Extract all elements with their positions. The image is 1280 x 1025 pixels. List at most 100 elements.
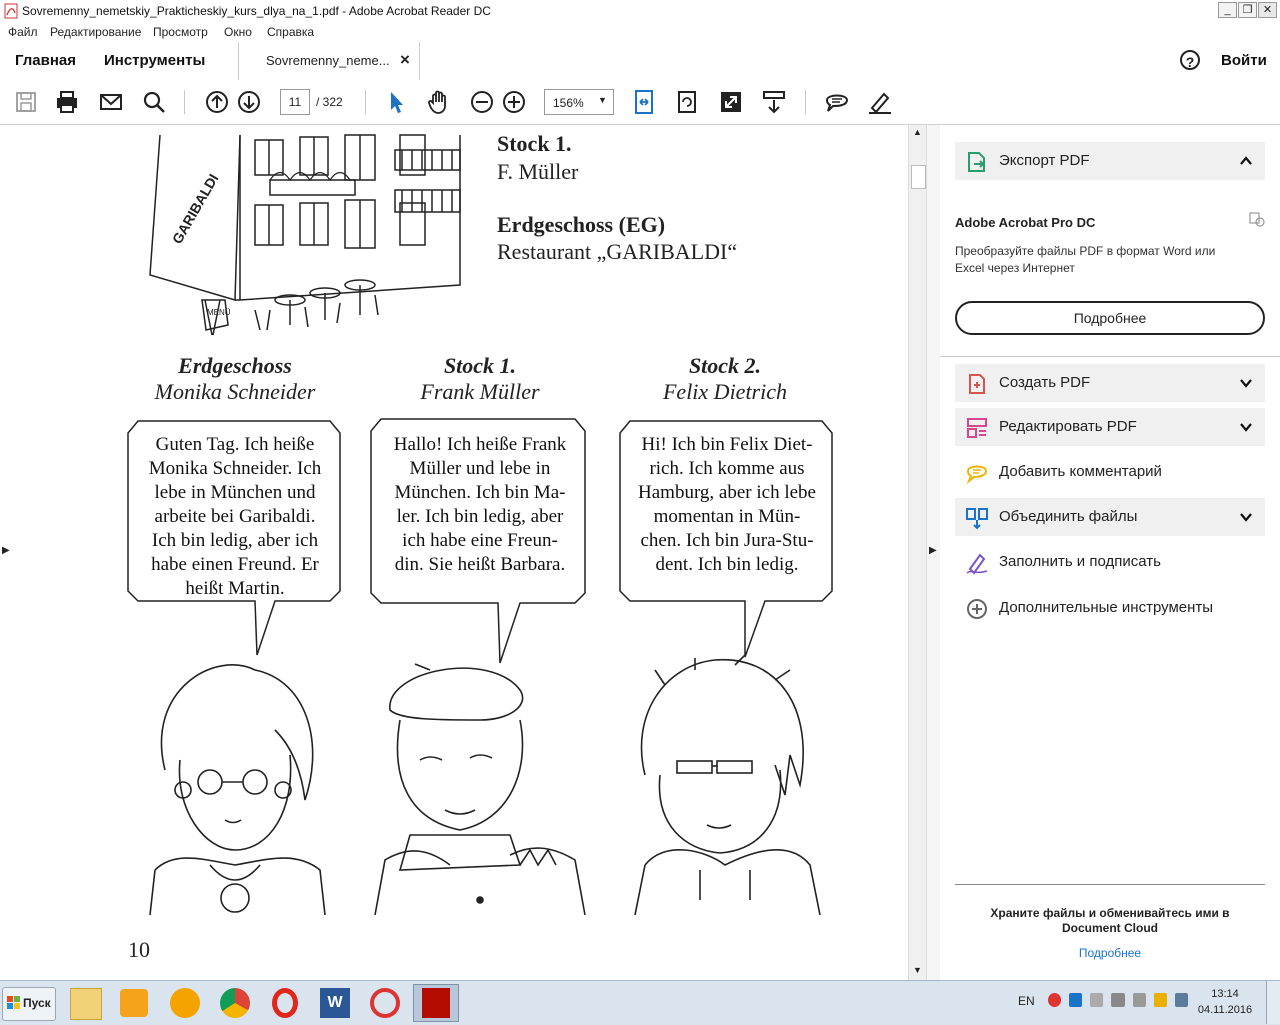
clock-time[interactable]: 13:14 xyxy=(1200,988,1250,1000)
highlight-pen-icon[interactable] xyxy=(866,88,894,116)
menu-edit[interactable]: Редактирование xyxy=(50,25,141,39)
acrobat-taskbar-button[interactable] xyxy=(413,984,459,1022)
combine-files-icon xyxy=(966,508,988,530)
tab-tools[interactable]: Инструменты xyxy=(104,52,205,69)
action-center-icon[interactable] xyxy=(1153,993,1167,1007)
tab-home[interactable]: Главная xyxy=(15,52,76,69)
cloud-promo-1: Храните файлы и обменивайтесь ими в xyxy=(990,906,1230,920)
volume-icon[interactable] xyxy=(1132,993,1146,1007)
chevron-down-icon[interactable] xyxy=(1239,420,1253,434)
speech-line: din. Sie heißt Barbara. xyxy=(394,554,566,575)
speech-line: dent. Ich bin ledig. xyxy=(655,554,799,575)
email-icon[interactable] xyxy=(97,88,125,116)
product-desc-2: Excel через Интернет xyxy=(955,261,1075,275)
word-icon[interactable]: W xyxy=(320,988,350,1018)
chevron-down-icon[interactable] xyxy=(1239,376,1253,390)
more-tools-label: Дополнительные инструменты xyxy=(999,599,1214,616)
export-pdf-item[interactable]: Экспорт PDF xyxy=(955,142,1265,180)
scroll-down-icon[interactable]: ▼ xyxy=(913,965,922,975)
save-icon[interactable] xyxy=(12,88,40,116)
cloud-more-link[interactable]: Подробнее xyxy=(955,946,1265,960)
combine-files-item[interactable]: Объединить файлы xyxy=(955,498,1265,536)
network-icon[interactable] xyxy=(1174,993,1188,1007)
scroll-mode-icon[interactable] xyxy=(760,88,788,116)
fill-sign-pen-icon xyxy=(966,553,988,575)
fit-page-icon[interactable] xyxy=(630,88,658,116)
chrome-icon[interactable] xyxy=(220,988,250,1018)
scroll-up-icon[interactable]: ▲ xyxy=(913,127,922,137)
opera-icon[interactable] xyxy=(272,988,298,1018)
vertical-scrollbar[interactable]: ▲ ▼ xyxy=(908,125,927,980)
search-icon[interactable] xyxy=(140,88,168,116)
speech-line: momentan in Mün- xyxy=(653,506,801,527)
comment-icon[interactable] xyxy=(823,88,851,116)
tray-icon[interactable] xyxy=(1069,993,1083,1007)
tab-document[interactable]: Sovremenny_neme... × xyxy=(238,42,420,81)
print-icon[interactable] xyxy=(53,88,81,116)
create-pdf-item[interactable]: Создать PDF xyxy=(955,364,1265,402)
acrobat-app-icon xyxy=(4,3,18,19)
tab-bar: Главная Инструменты Sovremenny_neme... ×… xyxy=(0,42,1280,81)
previous-page-icon[interactable] xyxy=(203,88,231,116)
right-panel-arrow-icon[interactable]: ▶ xyxy=(929,545,937,556)
speech-line: Hi! Ich bin Felix Diet- xyxy=(641,434,813,455)
close-tab-icon[interactable]: × xyxy=(400,50,410,70)
full-screen-icon[interactable] xyxy=(717,88,745,116)
zoom-select[interactable]: 156% ▼ xyxy=(544,89,614,115)
fill-sign-item[interactable]: Заполнить и подписать xyxy=(955,543,1265,581)
rotate-view-icon[interactable] xyxy=(673,88,701,116)
show-desktop-button[interactable] xyxy=(1266,981,1280,1024)
system-tray xyxy=(1048,993,1188,1011)
minimize-button[interactable]: _ xyxy=(1218,2,1237,18)
hand-tool-icon[interactable] xyxy=(425,88,453,116)
page-number-input[interactable]: 11 xyxy=(280,89,310,115)
maximize-button[interactable]: ❐ xyxy=(1238,2,1257,18)
menu-view[interactable]: Просмотр xyxy=(153,25,208,39)
menu-help[interactable]: Справка xyxy=(267,25,314,39)
start-button[interactable]: Пуск xyxy=(2,987,56,1021)
scroll-thumb[interactable] xyxy=(911,165,926,189)
zoom-value: 156% xyxy=(553,96,584,110)
export-pdf-icon xyxy=(968,152,985,172)
menu-file[interactable]: Файл xyxy=(8,25,38,39)
speech-line: ich habe eine Freun- xyxy=(402,530,558,551)
zoom-out-icon[interactable] xyxy=(468,88,496,116)
panel-divider xyxy=(955,884,1265,885)
clock-date[interactable]: 04.11.2016 xyxy=(1193,1004,1257,1016)
tray-icon[interactable] xyxy=(1048,993,1062,1007)
tray-icon[interactable] xyxy=(1090,993,1104,1007)
edit-pdf-item[interactable]: Редактировать PDF xyxy=(955,408,1265,446)
next-page-icon[interactable] xyxy=(235,88,263,116)
chevron-down-icon[interactable] xyxy=(1239,510,1253,524)
close-window-button[interactable]: ✕ xyxy=(1258,2,1277,18)
signin-button[interactable]: Войти xyxy=(1221,52,1267,69)
document-view[interactable]: ▶ GARIBALDI MENÜ Stock 1. F. Müller Erdg… xyxy=(0,125,908,980)
edit-pdf-icon xyxy=(967,418,987,438)
page-total: / 322 xyxy=(316,95,343,109)
felix-portrait xyxy=(634,655,821,915)
media-player-icon[interactable] xyxy=(120,989,148,1017)
aimp-icon[interactable] xyxy=(170,988,200,1018)
language-indicator[interactable]: EN xyxy=(1018,994,1035,1008)
toolbar: 11 / 322 156% ▼ xyxy=(0,80,1280,125)
tray-icon[interactable] xyxy=(1111,993,1125,1007)
help-icon[interactable]: ? xyxy=(1180,50,1200,70)
title-bar: Sovremenny_nemetskiy_Prakticheskiy_kurs_… xyxy=(0,0,1280,23)
explorer-icon[interactable] xyxy=(70,988,102,1020)
add-comment-item[interactable]: Добавить комментарий xyxy=(955,453,1265,491)
tools-panel: Экспорт PDF Adobe Acrobat Pro DC Преобра… xyxy=(940,125,1280,980)
chevron-up-icon[interactable] xyxy=(1239,154,1253,168)
panel-toggle-strip[interactable]: ▶ xyxy=(926,125,941,980)
speech-bubble-felix: Hi! Ich bin Felix Diet- rich. Ich komme … xyxy=(622,433,832,577)
more-tools-item[interactable]: Дополнительные инструменты xyxy=(955,589,1265,627)
more-info-button[interactable]: Подробнее xyxy=(955,301,1265,335)
zoom-in-icon[interactable] xyxy=(500,88,528,116)
menu-window[interactable]: Окно xyxy=(224,25,252,39)
select-cursor-icon[interactable] xyxy=(382,88,410,116)
frank-portrait xyxy=(374,663,586,915)
fill-sign-label: Заполнить и подписать xyxy=(999,553,1161,570)
speech-line: habe einen Freund. Er xyxy=(151,554,319,575)
monika-portrait xyxy=(149,664,326,915)
speech-line: ler. Ich bin ledig, aber xyxy=(396,506,564,527)
ccleaner-icon[interactable] xyxy=(370,988,400,1018)
